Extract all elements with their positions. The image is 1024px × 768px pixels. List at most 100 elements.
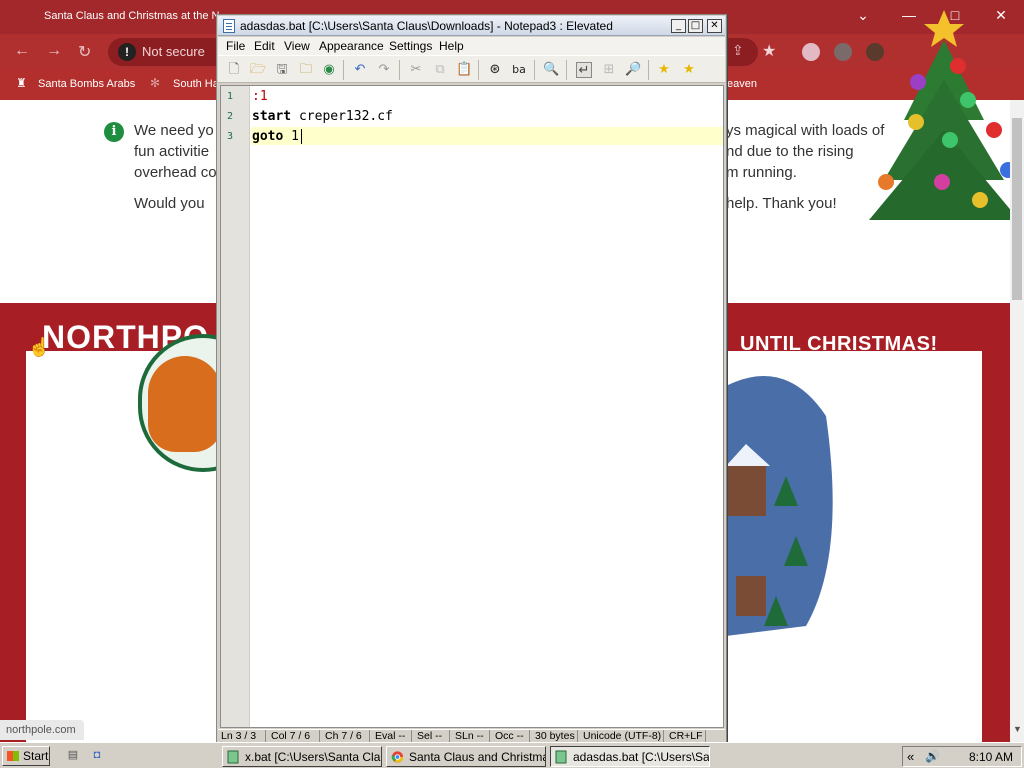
open-folder-icon[interactable]: 🗁 xyxy=(250,62,266,78)
christmas-tree-decoration xyxy=(869,10,1019,220)
line-number: 1 xyxy=(227,91,234,102)
replace-icon[interactable]: ba xyxy=(511,62,527,78)
message-text: help. Thank you! xyxy=(726,195,837,212)
find-icon[interactable]: ⊛ xyxy=(487,62,503,78)
browser-tab-title[interactable]: Santa Claus and Christmas at the N xyxy=(44,10,219,22)
bookmark-santa-bombs[interactable]: Santa Bombs Arabs xyxy=(38,78,135,90)
add-favorite-icon[interactable]: ★ xyxy=(681,62,697,78)
code-line-2[interactable]: start creper132.cf xyxy=(252,109,393,124)
bookmark-heaven[interactable]: eaven xyxy=(727,78,757,90)
volume-icon[interactable]: 🔊 xyxy=(925,749,940,763)
reload-icon[interactable]: ↻ xyxy=(78,42,91,62)
minimize-button[interactable]: _ xyxy=(671,19,686,33)
menu-file[interactable]: File xyxy=(226,39,245,53)
message-text: We need yo xyxy=(134,122,214,139)
scrollbar-thumb[interactable] xyxy=(1012,118,1022,300)
code-editor[interactable]: 1 2 3 :1 start creper132.cf goto 1 xyxy=(220,85,724,728)
show-desktop-icon[interactable]: ▤ xyxy=(66,749,80,761)
taskbar-item-xbat[interactable]: x.bat [C:\Users\Santa Cla... xyxy=(222,746,382,767)
menu-appearance[interactable]: Appearance xyxy=(319,39,384,53)
info-icon: i xyxy=(104,122,124,142)
zoom-in-icon[interactable]: ⊞ xyxy=(601,62,617,78)
code-text: creper132.cf xyxy=(291,109,393,124)
scroll-down-icon[interactable]: ▼ xyxy=(1013,724,1022,734)
maximize-button[interactable]: □ xyxy=(688,19,703,33)
back-icon[interactable]: ← xyxy=(14,42,30,60)
toolbar-separator xyxy=(648,60,649,80)
toolbar-separator xyxy=(343,60,344,80)
taskbar-item-label: Santa Claus and Christma... xyxy=(409,750,546,764)
start-button[interactable]: Start xyxy=(2,746,50,766)
current-line-highlight xyxy=(251,127,723,145)
extension-flag-icon[interactable] xyxy=(802,43,820,61)
page-scrollbar[interactable]: ▼ xyxy=(1010,100,1024,742)
paste-icon[interactable]: 📋 xyxy=(456,62,472,78)
bookmark-icon: ♜ xyxy=(16,76,27,90)
tray-expand-icon[interactable]: « xyxy=(907,749,914,764)
extension-s-icon[interactable] xyxy=(834,43,852,61)
menu-settings[interactable]: Settings xyxy=(389,39,432,53)
quick-launch-icon[interactable]: ◘ xyxy=(90,749,104,761)
bookmark-icon: ✻ xyxy=(150,76,161,90)
taskbar-item-chrome[interactable]: Santa Claus and Christma... xyxy=(386,746,546,767)
start-label: Start xyxy=(23,749,49,763)
close-button[interactable]: ✕ xyxy=(707,19,722,33)
notepad-app-icon[interactable] xyxy=(223,19,235,33)
mouse-cursor-icon: ☝ xyxy=(28,337,51,357)
cut-icon[interactable]: ✂ xyxy=(408,62,424,78)
toolbar-separator xyxy=(399,60,400,80)
taskbar-item-adasdas[interactable]: adasdas.bat [C:\Users\Sa... xyxy=(550,746,710,767)
save-icon[interactable]: 🖫 xyxy=(274,62,290,78)
message-text: m running. xyxy=(726,164,797,181)
notepad-icon xyxy=(555,750,567,764)
share-icon[interactable]: ⇪ xyxy=(732,42,744,59)
favorites-icon[interactable]: ★ xyxy=(656,62,672,78)
toolbar-separator xyxy=(478,60,479,80)
taskbar-item-label: adasdas.bat [C:\Users\Sa... xyxy=(573,750,710,764)
bookmark-south[interactable]: South Ha xyxy=(173,78,219,90)
new-file-icon[interactable]: 🗋 xyxy=(226,62,242,78)
keyword-goto: goto xyxy=(252,129,284,144)
toolbar-separator xyxy=(566,60,567,80)
redo-icon[interactable]: ↷ xyxy=(376,62,392,78)
taskbar-item-label: x.bat [C:\Users\Santa Cla... xyxy=(245,750,382,764)
taskbar: Start ▤ ◘ x.bat [C:\Users\Santa Cla... S… xyxy=(0,742,1024,768)
message-text: overhead co xyxy=(134,164,217,181)
goto-icon[interactable]: 🔍 xyxy=(543,62,559,78)
zoom-out-icon[interactable]: 🔎 xyxy=(625,62,641,78)
menu-edit[interactable]: Edit xyxy=(254,39,275,53)
undo-icon[interactable]: ↶ xyxy=(352,62,368,78)
word-wrap-icon[interactable]: ↵ xyxy=(576,62,592,78)
notepad-statusbar: Ln 3 / 3 Col 7 / 6 Ch 7 / 6 Eval -- Sel … xyxy=(218,729,725,743)
system-tray: « 🔊 8:10 AM xyxy=(902,746,1022,767)
copy-icon[interactable]: ⧉ xyxy=(432,62,448,78)
notepad-icon xyxy=(227,750,239,764)
code-line-1[interactable]: :1 xyxy=(252,89,268,104)
code-text: 1 xyxy=(283,129,299,144)
reindeer-head xyxy=(148,356,222,452)
batch-label: :1 xyxy=(252,89,268,104)
message-text: ys magical with loads of xyxy=(726,122,885,139)
menu-view[interactable]: View xyxy=(284,39,310,53)
message-text: nd due to the rising xyxy=(726,143,854,160)
notepad-menubar: File Edit View Appearance Settings Help xyxy=(218,37,725,55)
notepad-title: adasdas.bat [C:\Users\Santa Claus\Downlo… xyxy=(240,19,613,33)
bookmark-star-icon[interactable]: ★ xyxy=(762,41,776,61)
save-as-icon[interactable]: 🗀 xyxy=(298,62,314,78)
line-number: 2 xyxy=(227,111,234,122)
forward-icon[interactable]: → xyxy=(46,42,62,60)
warning-icon[interactable]: ! xyxy=(118,43,136,61)
clock[interactable]: 8:10 AM xyxy=(969,750,1013,764)
browse-icon[interactable]: ◉ xyxy=(321,62,337,78)
banner-subtitle: UNTIL CHRISTMAS! xyxy=(740,333,938,355)
not-secure-label[interactable]: Not secure xyxy=(142,44,205,59)
chrome-icon xyxy=(391,751,404,763)
line-number-gutter: 1 2 3 xyxy=(221,86,250,727)
keyword-start: start xyxy=(252,109,292,124)
toolbar-separator xyxy=(534,60,535,80)
message-text: fun activitie xyxy=(134,143,210,160)
notepad-titlebar[interactable]: adasdas.bat [C:\Users\Santa Claus\Downlo… xyxy=(218,16,725,36)
menu-help[interactable]: Help xyxy=(439,39,464,53)
windows-logo-icon xyxy=(7,751,19,761)
code-line-3[interactable]: goto 1 xyxy=(252,129,299,144)
